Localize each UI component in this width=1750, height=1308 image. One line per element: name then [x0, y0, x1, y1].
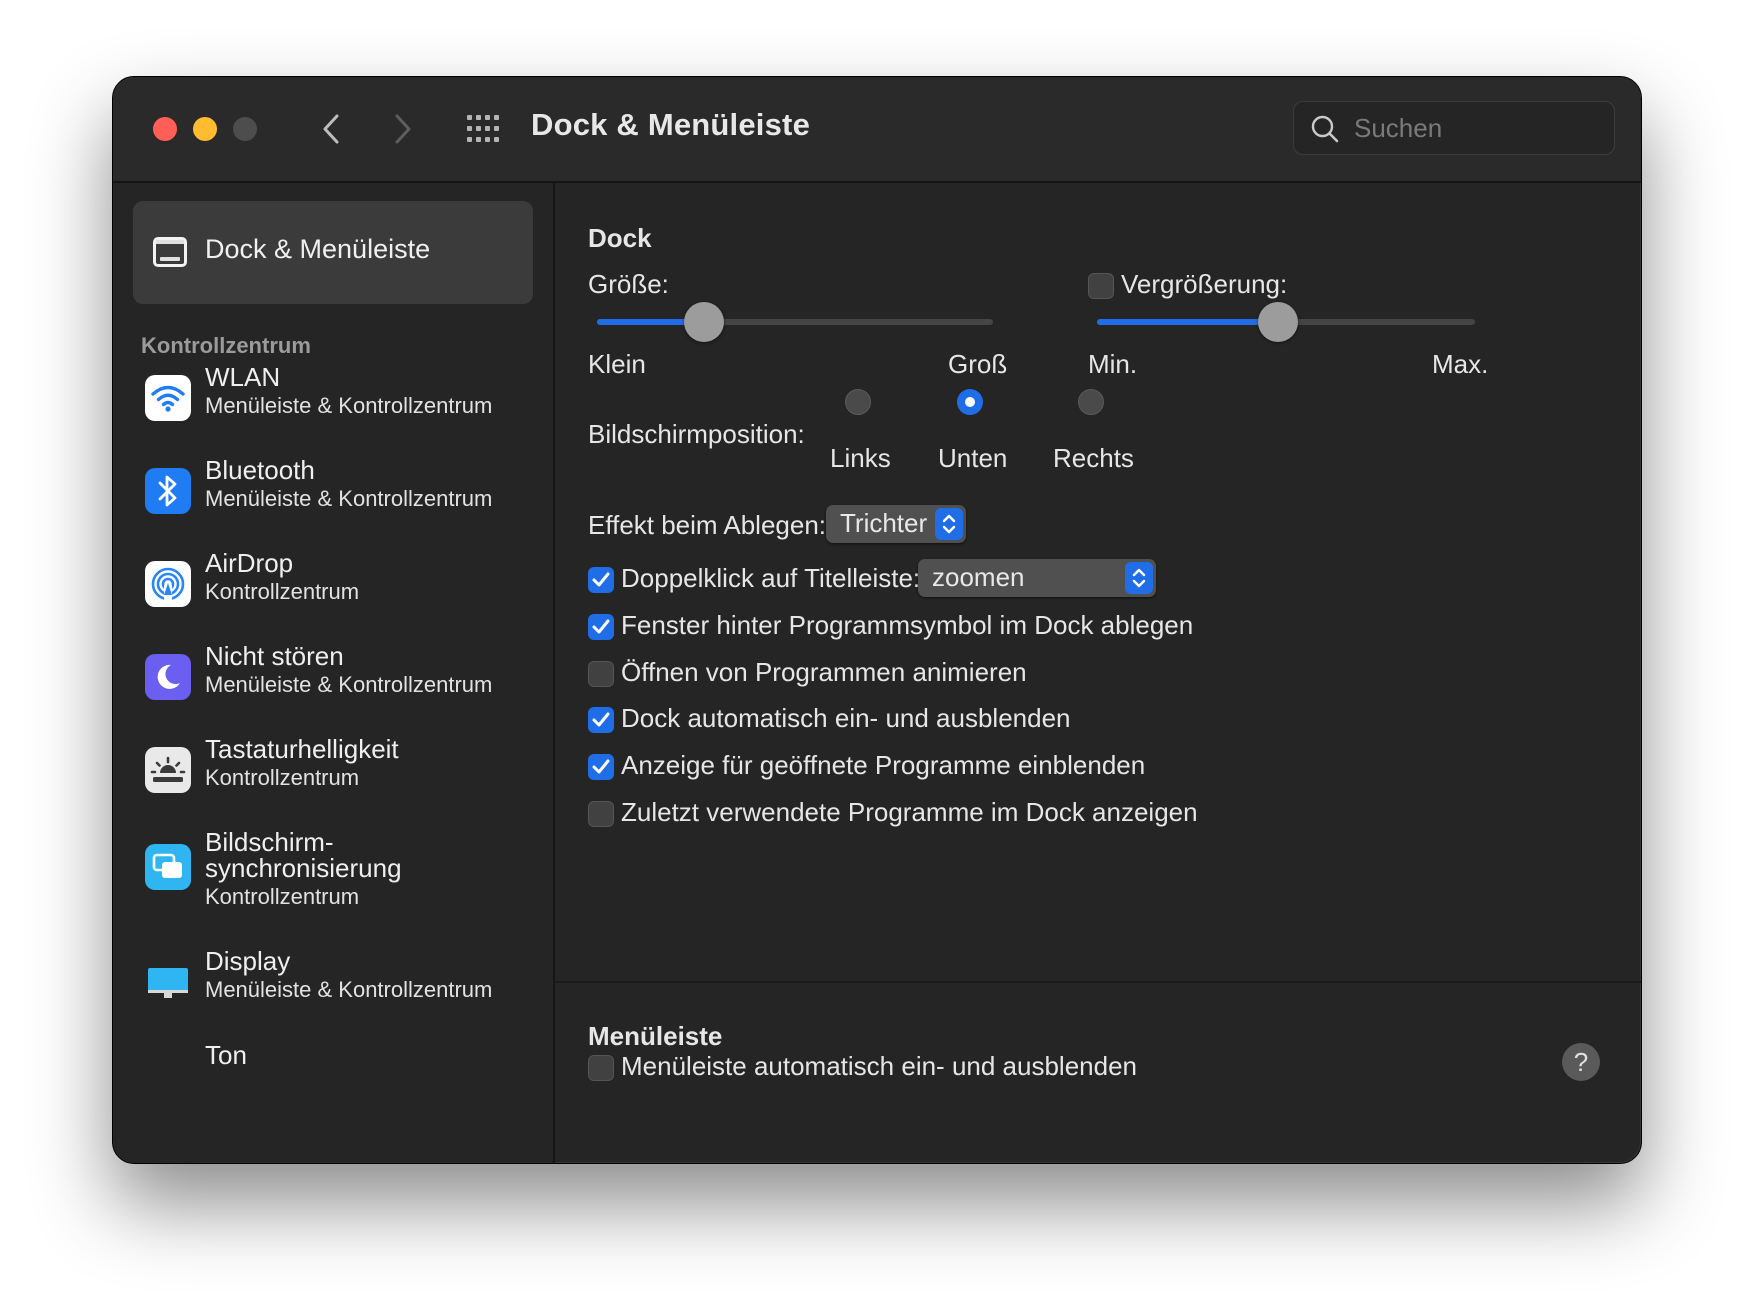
search-placeholder: Suchen [1354, 113, 1443, 143]
magnification-slider[interactable] [1097, 302, 1475, 342]
option-label: Fenster hinter Programmsymbol im Dock ab… [621, 610, 1194, 640]
sidebar-item-airdrop[interactable]: AirDrop Kontrollzentrum [133, 549, 533, 629]
dock-menubar-icon [153, 237, 187, 267]
sidebar-item-subtitle: Menüleiste & Kontrollzentrum [205, 393, 493, 418]
sidebar-item-sound[interactable]: Ton [133, 1041, 533, 1081]
menubar-section-heading: Menüleiste [588, 1021, 723, 1051]
sidebar-item-label: Dock & Menüleiste [205, 234, 431, 264]
size-min-label: Klein [588, 349, 646, 379]
option-label: Anzeige für geöffnete Programme einblend… [621, 750, 1146, 780]
show-all-button[interactable] [465, 113, 501, 145]
keyboard-brightness-icon [145, 747, 191, 793]
sidebar-item-subtitle: Kontrollzentrum [205, 884, 360, 909]
sidebar-item-name: Tastaturhelligkeit [205, 734, 399, 764]
chevron-updown-icon [1125, 562, 1153, 594]
moon-icon [145, 654, 191, 700]
menubar-autohide-checkbox[interactable] [588, 1055, 614, 1081]
size-slider-knob[interactable] [683, 302, 724, 342]
sidebar-item-name: WLAN [205, 362, 281, 392]
sidebar-section-header: Kontrollzentrum [141, 333, 311, 358]
title-bar: Dock & Menüleiste Suchen [113, 77, 1641, 183]
airdrop-icon [145, 561, 191, 607]
chevron-right-icon [395, 114, 411, 144]
doubleclick-value: zoomen [932, 562, 1025, 592]
sidebar-item-display[interactable]: Display Menüleiste & Kontrollzentrum [133, 947, 533, 1027]
doubleclick-popup[interactable]: zoomen [918, 559, 1156, 597]
zoom-button[interactable] [233, 117, 257, 141]
sidebar-item-subtitle: Menüleiste & Kontrollzentrum [205, 672, 493, 697]
sidebar-item-subtitle: Kontrollzentrum [205, 765, 360, 790]
magnification-slider-knob[interactable] [1258, 302, 1299, 342]
close-button[interactable] [153, 117, 177, 141]
size-label: Größe: [588, 269, 669, 299]
sidebar: Dock & Menüleiste Kontrollzentrum WLAN M… [113, 183, 555, 1163]
menubar-autohide-label: Menüleiste automatisch ein- und ausblend… [621, 1051, 1138, 1081]
position-bottom-radio[interactable] [957, 389, 983, 415]
sidebar-item-do-not-disturb[interactable]: Nicht stören Menüleiste & Kontrollzentru… [133, 642, 533, 722]
sidebar-item-name: Ton [205, 1040, 247, 1070]
sidebar-item-subtitle: Menüleiste & Kontrollzentrum [205, 977, 493, 1002]
sidebar-item-keyboard-brightness[interactable]: Tastaturhelligkeit Kontrollzentrum [133, 735, 533, 815]
option-label: Zuletzt verwendete Programme im Dock anz… [621, 797, 1198, 827]
option-checkbox[interactable] [588, 614, 614, 640]
magnification-label: Vergrößerung: [1121, 269, 1288, 299]
section-divider [555, 981, 1641, 983]
option-checkbox[interactable] [588, 661, 614, 687]
search-field[interactable]: Suchen [1293, 101, 1615, 155]
preferences-window: Dock & Menüleiste Suchen Dock & Menüleis… [112, 76, 1642, 1164]
magnification-min-label: Min. [1088, 349, 1138, 379]
sidebar-item-name: Nicht stören [205, 641, 344, 671]
option-label: Dock automatisch ein- und ausblenden [621, 703, 1071, 733]
sidebar-item-dock-menubar[interactable]: Dock & Menüleiste [133, 201, 533, 304]
size-max-label: Groß [948, 349, 1008, 379]
position-label: Bildschirmposition: [588, 419, 805, 449]
display-icon [145, 959, 191, 1005]
option-checkbox[interactable] [588, 707, 614, 733]
magnification-slider-fill [1097, 319, 1279, 325]
sidebar-item-name-line2: synchronisierung [205, 853, 402, 883]
screen-mirroring-icon [145, 844, 191, 890]
sidebar-item-subtitle: Menüleiste & Kontrollzentrum [205, 486, 493, 511]
option-checkbox[interactable] [588, 801, 614, 827]
sidebar-item-screen-mirroring[interactable]: Bildschirm- synchronisierung Kontrollzen… [133, 828, 533, 938]
settings-pane: Dock Größe: Klein Groß Vergrößerung: Min… [555, 183, 1641, 1163]
minimize-effect-popup[interactable]: Trichter [826, 505, 966, 543]
position-bottom-label: Unten [938, 443, 1008, 473]
minimize-effect-value: Trichter [840, 508, 928, 538]
sidebar-item-subtitle: Kontrollzentrum [205, 579, 360, 604]
minimize-effect-label: Effekt beim Ablegen: [588, 510, 827, 540]
minimize-button[interactable] [193, 117, 217, 141]
sidebar-item-wlan[interactable]: WLAN Menüleiste & Kontrollzentrum [133, 363, 533, 443]
position-left-label: Links [830, 443, 891, 473]
magnification-max-label: Max. [1432, 349, 1489, 379]
magnification-checkbox[interactable] [1088, 273, 1114, 299]
sidebar-item-name: Bluetooth [205, 455, 315, 485]
forward-button[interactable] [385, 111, 421, 147]
chevron-left-icon [323, 114, 339, 144]
size-slider[interactable] [597, 302, 993, 342]
search-icon [1311, 115, 1339, 143]
window-title: Dock & Menüleiste [531, 107, 811, 142]
sidebar-item-name: Display [205, 946, 291, 976]
option-label: Öffnen von Programmen animieren [621, 657, 1027, 687]
dock-section-heading: Dock [588, 223, 652, 253]
position-right-label: Rechts [1053, 443, 1134, 473]
grid-icon [467, 115, 499, 142]
bluetooth-icon [145, 468, 191, 514]
sidebar-item-name: AirDrop [205, 548, 294, 578]
sidebar-item-bluetooth[interactable]: Bluetooth Menüleiste & Kontrollzentrum [133, 456, 533, 536]
wifi-icon [145, 375, 191, 421]
position-left-radio[interactable] [845, 389, 871, 415]
doubleclick-label: Doppelklick auf Titelleiste: [621, 563, 921, 593]
help-button[interactable]: ? [1562, 1043, 1600, 1081]
option-checkbox[interactable] [588, 754, 614, 780]
back-button[interactable] [313, 111, 349, 147]
position-right-radio[interactable] [1078, 389, 1104, 415]
chevron-updown-icon [935, 508, 963, 540]
doubleclick-checkbox[interactable] [588, 567, 614, 593]
